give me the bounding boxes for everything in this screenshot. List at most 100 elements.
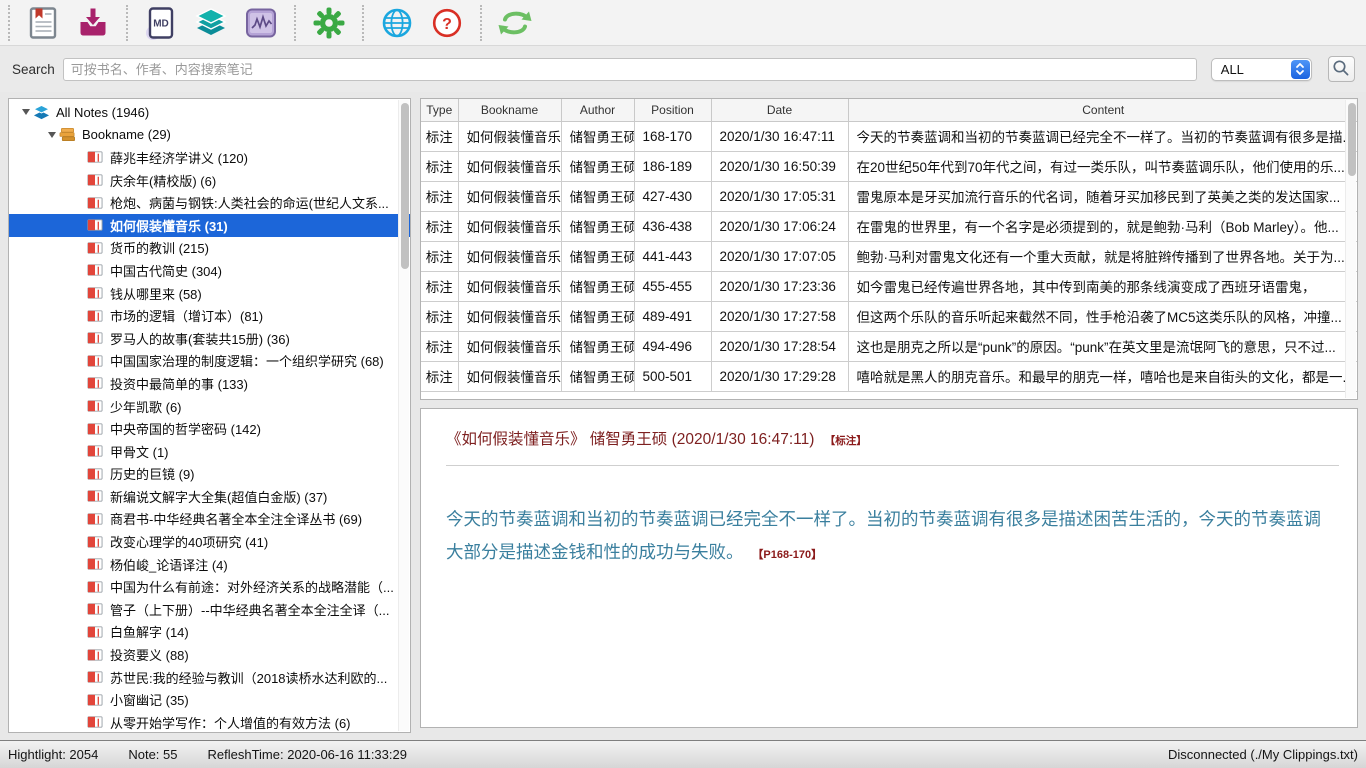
sidebar-item[interactable]: 商君书-中华经典名著全本全注全译丛书 (69)	[9, 508, 410, 531]
cell-date: 2020/1/30 17:07:05	[711, 241, 848, 271]
sidebar-item[interactable]: 小窗幽记 (35)	[9, 688, 410, 711]
book-icon	[87, 309, 107, 323]
detail-body: 今天的节奏蓝调和当初的节奏蓝调已经完全不一样了。当初的节奏蓝调有很多是描述困苦生…	[446, 503, 1339, 572]
merge-layers-icon	[193, 5, 229, 41]
clippings-note-button[interactable]	[22, 2, 64, 44]
sidebar-item[interactable]: 从零开始学写作：个人增值的有效方法 (6)	[9, 711, 410, 733]
table-row[interactable]: 标注如何假装懂音乐储智勇王硕455-4552020/1/30 17:23:36如…	[421, 271, 1358, 301]
column-header-author[interactable]: Author	[561, 99, 634, 121]
search-input[interactable]	[63, 58, 1197, 81]
sidebar-scrollbar[interactable]	[398, 100, 409, 731]
table-scrollbar[interactable]	[1345, 100, 1356, 398]
sidebar-item[interactable]: 中国古代简史 (304)	[9, 259, 410, 282]
search-button[interactable]	[1328, 56, 1355, 82]
book-icon	[87, 693, 107, 707]
column-header-content[interactable]: Content	[848, 99, 1358, 121]
sidebar-item[interactable]: 杨伯峻_论语译注 (4)	[9, 553, 410, 576]
cell-content: 鲍勃·马利对雷鬼文化还有一个重大贡献，就是将脏辫传播到了世界各地。关于为...	[848, 241, 1358, 271]
cell-date: 2020/1/30 17:28:54	[711, 331, 848, 361]
sidebar-item[interactable]: 枪炮、病菌与钢铁:人类社会的命运(世纪人文系...	[9, 191, 410, 214]
web-button[interactable]	[376, 2, 418, 44]
sidebar-item[interactable]: 历史的巨镜 (9)	[9, 463, 410, 486]
book-icon	[87, 150, 107, 164]
sidebar-item-label: 改变心理学的40项研究 (41)	[110, 532, 268, 551]
book-icon	[87, 625, 107, 639]
cell-position: 168-170	[634, 121, 711, 151]
sidebar-item[interactable]: 市场的逻辑（增订本）(81)	[9, 304, 410, 327]
sidebar-item[interactable]: All Notes (1946)	[9, 101, 410, 124]
cell-position: 427-430	[634, 181, 711, 211]
search-label: Search	[12, 62, 55, 77]
sidebar-item-label: 新编说文解字大全集(超值白金版) (37)	[110, 487, 327, 506]
column-header-bookname[interactable]: Bookname	[458, 99, 561, 121]
table-row[interactable]: 标注如何假装懂音乐储智勇王硕186-1892020/1/30 16:50:39在…	[421, 151, 1358, 181]
cell-content: 在雷鬼的世界里，有一个名字是必须提到的，就是鲍勃·马利（Bob Marley）。…	[848, 211, 1358, 241]
sidebar-item-label: 杨伯峻_论语译注 (4)	[110, 555, 228, 574]
sidebar-item[interactable]: 货币的教训 (215)	[9, 237, 410, 260]
book-icon	[87, 354, 107, 368]
sidebar-item[interactable]: 甲骨文 (1)	[9, 440, 410, 463]
import-button[interactable]	[72, 2, 114, 44]
sidebar-item[interactable]: 中央帝国的哲学密码 (142)	[9, 417, 410, 440]
sidebar-item-label: 管子（上下册）--中华经典名著全本全注全译（...	[110, 600, 390, 619]
sidebar-item[interactable]: 庆余年(精校版) (6)	[9, 169, 410, 192]
table-row[interactable]: 标注如何假装懂音乐储智勇王硕494-4962020/1/30 17:28:54这…	[421, 331, 1358, 361]
refresh-button[interactable]	[494, 2, 536, 44]
table-row[interactable]: 标注如何假装懂音乐储智勇王硕441-4432020/1/30 17:07:05鲍…	[421, 241, 1358, 271]
sidebar-item[interactable]: 管子（上下册）--中华经典名著全本全注全译（...	[9, 598, 410, 621]
sidebar-item[interactable]: 新编说文解字大全集(超值白金版) (37)	[9, 485, 410, 508]
help-button[interactable]: ?	[426, 2, 468, 44]
note-detail-pane: 《如何假装懂音乐》 储智勇王硕 (2020/1/30 16:47:11) 【标注…	[420, 408, 1358, 728]
table-row[interactable]: 标注如何假装懂音乐储智勇王硕427-4302020/1/30 17:05:31雷…	[421, 181, 1358, 211]
cell-author: 储智勇王硕	[561, 301, 634, 331]
table-row[interactable]: 标注如何假装懂音乐储智勇王硕436-4382020/1/30 17:06:24在…	[421, 211, 1358, 241]
table-row[interactable]: 标注如何假装懂音乐储智勇王硕489-4912020/1/30 17:27:58但…	[421, 301, 1358, 331]
book-icon	[87, 444, 107, 458]
chevron-up-down-icon	[1291, 60, 1310, 79]
disclosure-triangle-icon[interactable]	[19, 109, 33, 115]
table-row[interactable]: 标注如何假装懂音乐储智勇王硕500-5012020/1/30 17:29:28嘻…	[421, 361, 1358, 391]
detail-divider	[446, 465, 1339, 466]
book-icon	[87, 512, 107, 526]
table-row[interactable]: 标注如何假装懂音乐储智勇王硕168-1702020/1/30 16:47:11今…	[421, 121, 1358, 151]
cell-bookname: 如何假装懂音乐	[458, 241, 561, 271]
markdown-export-button[interactable]: MD	[140, 2, 182, 44]
column-header-position[interactable]: Position	[634, 99, 711, 121]
book-icon	[87, 399, 107, 413]
disclosure-triangle-icon[interactable]	[45, 132, 59, 138]
sidebar-item[interactable]: 中国国家治理的制度逻辑：一个组织学研究 (68)	[9, 350, 410, 373]
sidebar-item-label: 中央帝国的哲学密码 (142)	[110, 419, 261, 438]
column-header-type[interactable]: Type	[421, 99, 458, 121]
toolbar-separator	[126, 5, 128, 41]
sidebar-item-label: 少年凯歌 (6)	[110, 397, 182, 416]
status-connection: Disconnected (./My Clippings.txt)	[1168, 747, 1358, 762]
cell-type: 标注	[421, 361, 458, 391]
sidebar-item[interactable]: 苏世民:我的经验与教训（2018读桥水达利欧的...	[9, 666, 410, 689]
cell-type: 标注	[421, 121, 458, 151]
sidebar-item[interactable]: 少年凯歌 (6)	[9, 395, 410, 418]
sidebar-item-label: 从零开始学写作：个人增值的有效方法 (6)	[110, 713, 351, 732]
book-icon	[87, 580, 107, 594]
sidebar-item[interactable]: 如何假装懂音乐 (31)	[9, 214, 410, 237]
sidebar-item[interactable]: 钱从哪里来 (58)	[9, 282, 410, 305]
merge-layers-button[interactable]	[190, 2, 232, 44]
statistics-button[interactable]	[240, 2, 282, 44]
sidebar-item[interactable]: 中国为什么有前途：对外经济关系的战略潜能（...	[9, 575, 410, 598]
sidebar-item[interactable]: 改变心理学的40项研究 (41)	[9, 530, 410, 553]
sidebar-item[interactable]: 投资中最简单的事 (133)	[9, 372, 410, 395]
table-scrollbar-thumb[interactable]	[1348, 103, 1356, 176]
filter-select[interactable]: ALL	[1211, 58, 1312, 81]
sidebar-item[interactable]: 薛兆丰经济学讲义 (120)	[9, 146, 410, 169]
sidebar-item[interactable]: 白鱼解字 (14)	[9, 621, 410, 644]
cell-author: 储智勇王硕	[561, 271, 634, 301]
sidebar-scrollbar-thumb[interactable]	[401, 103, 409, 269]
settings-button[interactable]	[308, 2, 350, 44]
sidebar-item-label: 中国国家治理的制度逻辑：一个组织学研究 (68)	[110, 351, 384, 370]
sidebar-item[interactable]: 投资要义 (88)	[9, 643, 410, 666]
sidebar-item-label: 投资中最简单的事 (133)	[110, 374, 248, 393]
filter-select-value: ALL	[1212, 62, 1244, 77]
search-icon	[1332, 59, 1350, 80]
column-header-date[interactable]: Date	[711, 99, 848, 121]
sidebar-item[interactable]: 罗马人的故事(套装共15册) (36)	[9, 327, 410, 350]
sidebar-item[interactable]: Bookname (29)	[9, 124, 410, 147]
